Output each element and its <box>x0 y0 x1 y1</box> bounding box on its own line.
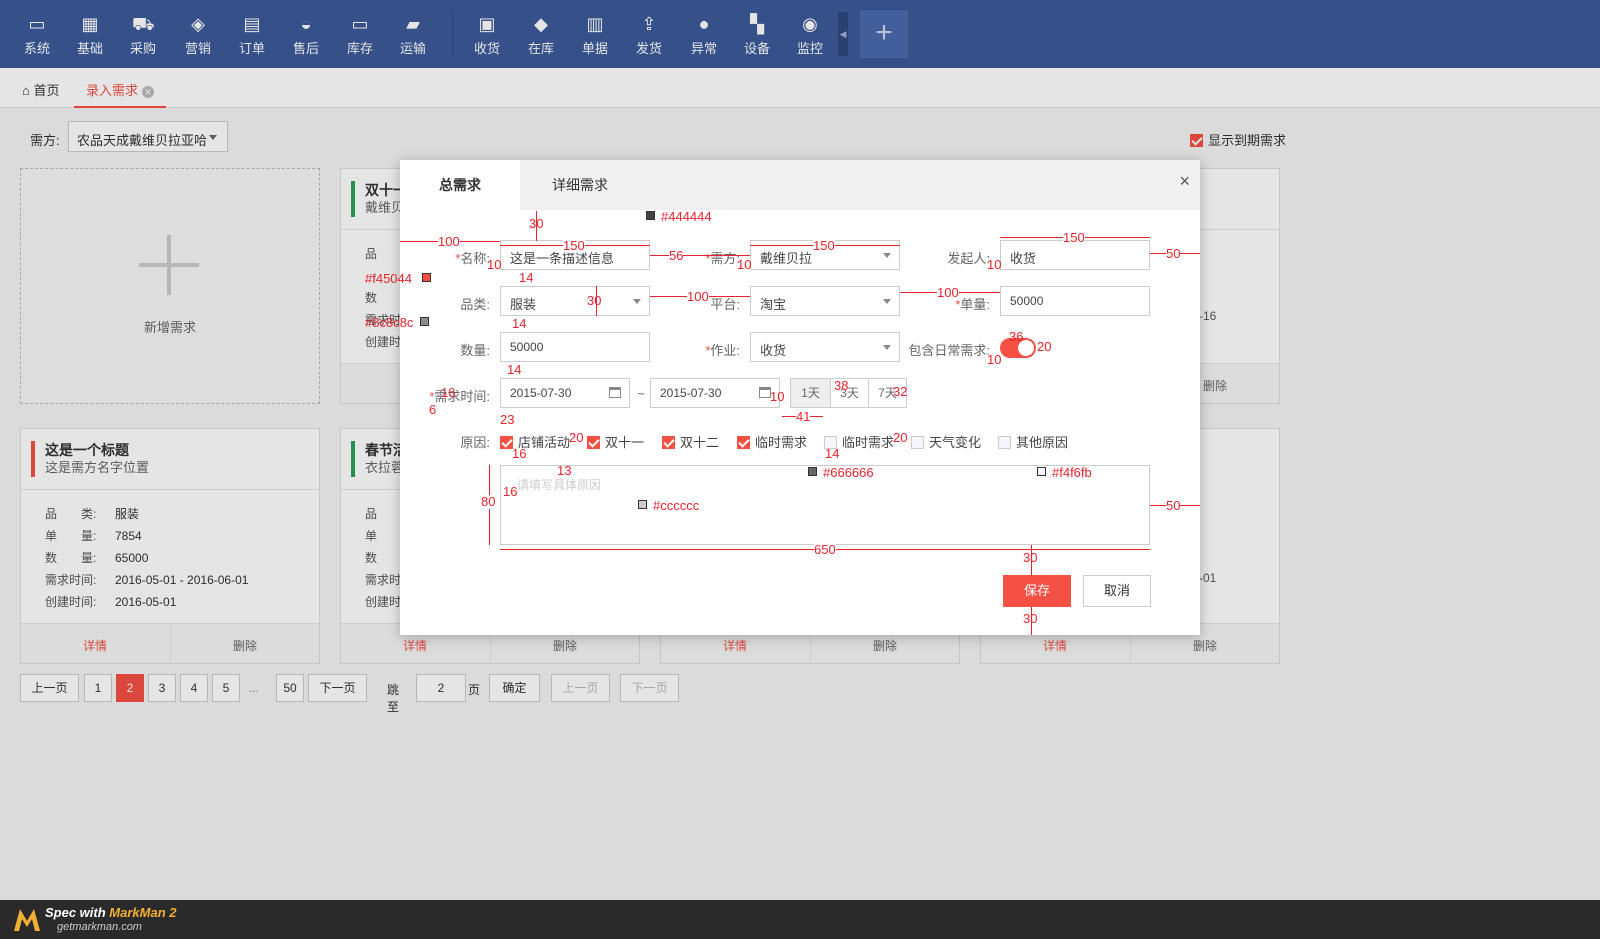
swatch <box>1037 467 1046 476</box>
annotation: 650 <box>814 542 836 557</box>
swatch <box>646 211 655 220</box>
tab-total-demand[interactable]: 总需求 <box>400 160 520 210</box>
range-1day-button[interactable]: 1天 <box>790 378 831 408</box>
checkbox-icon <box>587 436 600 449</box>
job-select[interactable]: 收货 <box>750 332 900 362</box>
annotation: 14 <box>825 446 840 461</box>
markman-title: Spec with MarkMan 2 <box>45 905 177 920</box>
annotation: 10 <box>737 257 752 272</box>
modal-tabs: 总需求 详细需求 <box>400 160 1200 210</box>
annotation: 23 <box>500 412 515 427</box>
annotation: #444444 <box>661 209 712 224</box>
annotation: 14 <box>507 362 522 377</box>
annotation: 30 <box>587 293 602 308</box>
cancel-button[interactable]: 取消 <box>1083 575 1151 607</box>
annotation: 16 <box>503 484 518 499</box>
calendar-icon <box>609 387 621 398</box>
swatch <box>638 500 647 509</box>
name-label: *名称: <box>455 251 490 266</box>
annotation: 30 <box>529 216 544 231</box>
save-button[interactable]: 保存 <box>1003 575 1071 607</box>
reason-checkbox[interactable]: 临时需求 <box>737 432 807 451</box>
annotation: 16 <box>441 385 456 400</box>
checkbox-icon <box>911 436 924 449</box>
daily-demand-label: 包含日常需求: <box>908 343 990 358</box>
markman-site: getmarkman.com <box>57 921 142 933</box>
annotation: 150 <box>563 238 585 253</box>
swatch <box>420 317 429 326</box>
annotation: 36 <box>1009 329 1024 344</box>
quantity-label: 数量: <box>460 343 490 358</box>
annotation: 41 <box>796 409 811 424</box>
close-icon[interactable]: × <box>1179 172 1190 190</box>
markman-footer: Spec with MarkMan 2 getmarkman.com <box>0 900 1600 939</box>
annotation: 56 <box>669 248 684 263</box>
annotation: #f45044 <box>365 271 412 286</box>
annotation: #8c8c8c <box>365 315 414 330</box>
annotation: 150 <box>813 238 835 253</box>
annotation: 32 <box>893 384 908 399</box>
reason-checkbox[interactable]: 双十一 <box>587 432 644 451</box>
annotation: 16 <box>512 446 527 461</box>
annotation: 6 <box>429 402 437 417</box>
checkbox-icon <box>662 436 675 449</box>
annotation: 30 <box>1023 550 1038 565</box>
tab-detail-demand[interactable]: 详细需求 <box>520 160 640 210</box>
annotation: #f4f6fb <box>1052 465 1092 480</box>
annotation: #cccccc <box>653 498 700 513</box>
reason-checkbox[interactable]: 双十二 <box>662 432 719 451</box>
reason-checkbox[interactable]: 天气变化 <box>911 432 981 451</box>
unit-input[interactable]: 50000 <box>1000 286 1150 316</box>
demand-label: *需方: <box>705 251 740 266</box>
quantity-input[interactable]: 50000 <box>500 332 650 362</box>
checkbox-icon <box>998 436 1011 449</box>
annotation: 100 <box>438 234 460 249</box>
reason-checkbox[interactable]: 其他原因 <box>998 432 1068 451</box>
category-label: 品类: <box>460 297 490 312</box>
chevron-down-icon <box>883 299 891 304</box>
checkbox-icon <box>737 436 750 449</box>
initiator-label: 发起人: <box>947 251 990 266</box>
reason-label: 原因: <box>460 435 490 450</box>
chevron-down-icon <box>883 253 891 258</box>
annotation: 30 <box>1023 611 1038 626</box>
job-label: *作业: <box>705 343 740 358</box>
annotation: 10 <box>770 389 785 404</box>
swatch <box>422 273 431 282</box>
annotation: 20 <box>569 430 584 445</box>
annotation: 150 <box>1063 230 1085 245</box>
annotation: 13 <box>557 463 572 478</box>
annotation: 20 <box>1037 339 1052 354</box>
annotation: #666666 <box>823 465 874 480</box>
date-from-input[interactable]: 2015-07-30 <box>500 378 630 408</box>
chevron-down-icon <box>633 299 641 304</box>
markman-logo-icon <box>14 909 40 931</box>
dim-line <box>650 255 750 256</box>
platform-select[interactable]: 淘宝 <box>750 286 900 316</box>
annotation: 100 <box>687 289 709 304</box>
annotation: 20 <box>893 430 908 445</box>
annotation: 38 <box>834 378 849 393</box>
annotation: 100 <box>937 285 959 300</box>
date-to-input[interactable]: 2015-07-30 <box>650 378 780 408</box>
annotation: 80 <box>481 494 496 509</box>
annotation: 50 <box>1166 498 1181 513</box>
annotation: 14 <box>512 316 527 331</box>
annotation: 14 <box>519 270 534 285</box>
annotation: 50 <box>1166 246 1181 261</box>
date-separator: ~ <box>637 386 645 401</box>
category-select[interactable]: 服装 <box>500 286 650 316</box>
swatch <box>808 467 817 476</box>
reason-checkbox[interactable]: 店铺活动 <box>500 432 570 451</box>
annotation: 10 <box>987 257 1002 272</box>
annotation: 10 <box>487 257 502 272</box>
annotation: 10 <box>987 352 1002 367</box>
